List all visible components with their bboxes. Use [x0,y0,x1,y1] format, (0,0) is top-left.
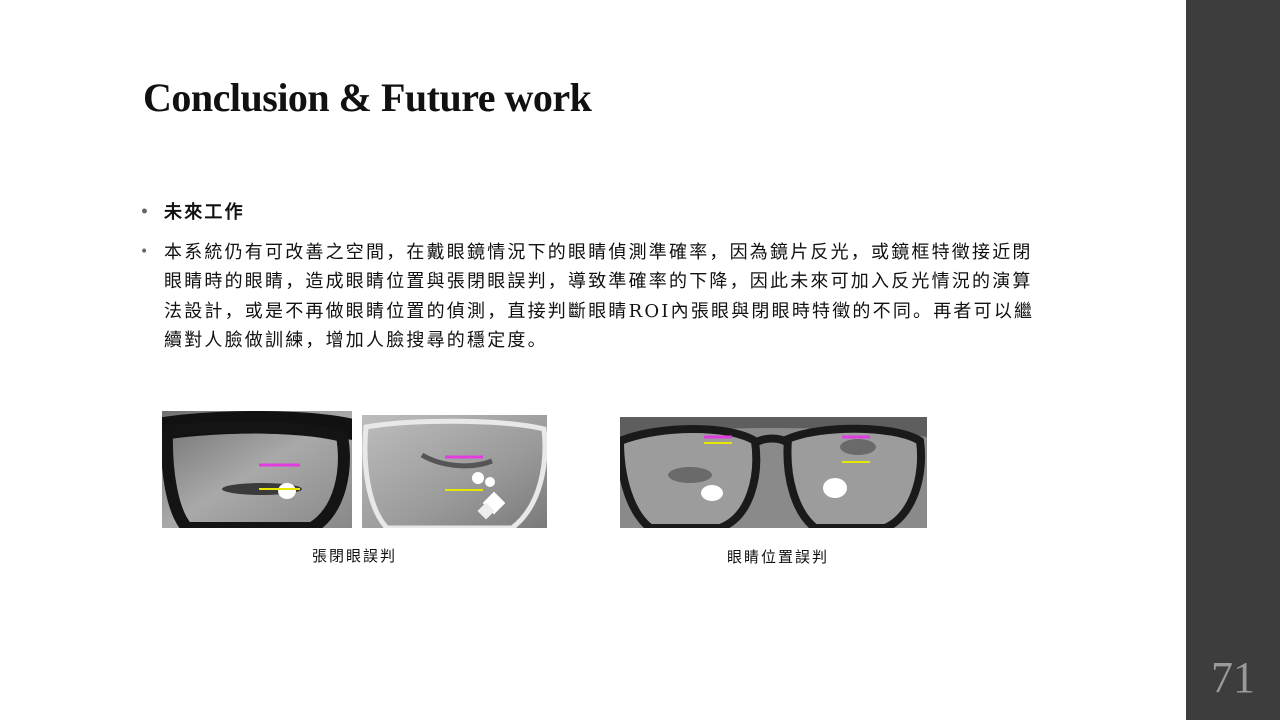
figure-caption-right: 眼睛位置誤判 [727,548,830,566]
slide-canvas: Conclusion & Future work • 未來工作 • 本系統仍有可… [0,0,1186,720]
bullet-item-future-work: • 未來工作 [140,198,1040,228]
bullet-marker: • [140,243,149,260]
bullet-list: • 未來工作 • 本系統仍有可改善之空間，在戴眼鏡情況下的眼睛偵測準確率，因為鏡… [140,198,1040,356]
bullet-text: 本系統仍有可改善之空間，在戴眼鏡情況下的眼睛偵測準確率，因為鏡片反光，或鏡框特徵… [164,241,1035,352]
figure-caption-left: 張閉眼誤判 [312,547,398,565]
page-number: 71 [1211,653,1255,702]
glasses-face-photo [620,417,927,528]
bullet-item-description: • 本系統仍有可改善之空間，在戴眼鏡情況下的眼睛偵測準確率，因為鏡片反光，或鏡框… [140,238,1040,356]
slide-title: Conclusion & Future work [143,75,592,120]
bullet-marker: • [140,204,149,220]
slide-side-bar [1186,0,1280,720]
bullet-text: 未來工作 [164,202,245,223]
glasses-closeup-photo-1 [162,411,352,528]
glasses-closeup-photo-2 [362,415,547,528]
